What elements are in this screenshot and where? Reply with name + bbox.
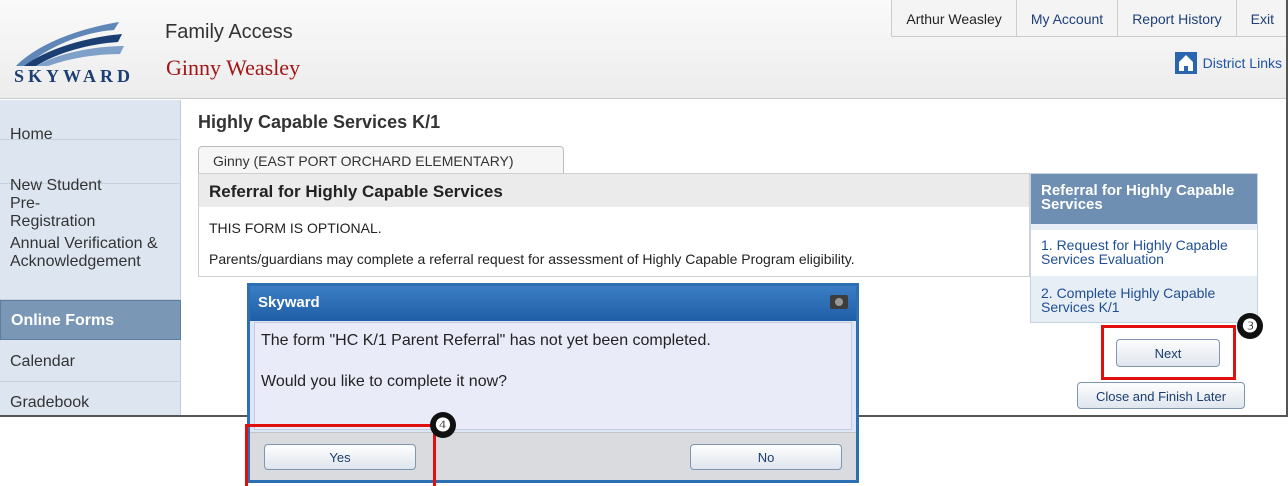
district-links-link[interactable]: District Links — [1174, 52, 1282, 74]
sidebar-item-new-student[interactable]: New Student Pre-Registration — [0, 140, 181, 230]
tab-student[interactable]: Ginny (EAST PORT ORCHARD ELEMENTARY) — [198, 146, 564, 173]
dialog-question: Would you like to complete it now? — [261, 373, 508, 390]
app-title: Family Access — [165, 21, 293, 43]
no-button[interactable]: No — [690, 444, 842, 470]
user-name: Arthur Weasley — [892, 0, 1017, 37]
close-finish-later-button[interactable]: Close and Finish Later — [1077, 382, 1245, 409]
step-request-evaluation[interactable]: 1. Request for Highly Capable Services E… — [1031, 230, 1257, 276]
sidebar-item-online-forms[interactable]: Online Forms — [0, 300, 181, 340]
sidebar-item-label: Online Forms — [11, 312, 115, 329]
camera-icon[interactable] — [830, 295, 848, 309]
form-panel: Referral for Highly Capable Services THI… — [198, 173, 1030, 277]
skyward-logo: SKYWARD — [14, 18, 154, 88]
sidebar-item-annual-verification[interactable]: Annual Verification & Acknowledgement — [0, 224, 181, 300]
skyward-swoosh-icon — [16, 22, 124, 66]
sidebar-item-label: Calendar — [10, 353, 75, 370]
dialog-body: The form "HC K/1 Parent Referral" has no… — [254, 322, 852, 430]
top-nav: Arthur Weasley My Account Report History… — [891, 0, 1286, 37]
optional-notice: THIS FORM IS OPTIONAL. — [209, 220, 382, 236]
sidebar-item-calendar[interactable]: Calendar — [0, 342, 181, 382]
logo-wordmark: SKYWARD — [14, 66, 135, 86]
step-badge-3: ❸ — [1237, 313, 1263, 339]
sidebar-item-label: Gradebook — [10, 394, 90, 411]
dialog-message: The form "HC K/1 Parent Referral" has no… — [261, 332, 711, 349]
steps-panel: Referral for Highly Capable Services 1. … — [1030, 173, 1258, 323]
sidebar-item-home[interactable]: Home — [0, 100, 181, 143]
dialog-titlebar[interactable]: Skyward — [250, 286, 856, 321]
form-heading: Referral for Highly Capable Services — [199, 174, 1029, 207]
next-highlight-box — [1101, 325, 1236, 380]
dialog-title: Skyward — [258, 294, 320, 311]
my-account-link[interactable]: My Account — [1017, 0, 1119, 37]
exit-link[interactable]: Exit — [1237, 0, 1286, 37]
report-history-link[interactable]: Report History — [1118, 0, 1237, 37]
sidebar: Home New Student Pre-Registration Annual… — [0, 100, 181, 415]
sidebar-item-gradebook[interactable]: Gradebook — [0, 383, 181, 415]
district-links-label: District Links — [1202, 55, 1282, 71]
header: SKYWARD Family Access Ginny Weasley Arth… — [0, 0, 1286, 99]
steps-header: Referral for Highly Capable Services — [1031, 174, 1257, 224]
student-name[interactable]: Ginny Weasley — [166, 55, 300, 81]
page-title: Highly Capable Services K/1 — [198, 112, 441, 132]
school-building-icon — [1174, 52, 1197, 74]
step-complete-services[interactable]: 2. Complete Highly Capable Services K/1 — [1031, 278, 1257, 322]
form-description: Parents/guardians may complete a referra… — [209, 251, 855, 267]
sidebar-item-label: Annual Verification & Acknowledgement — [10, 235, 158, 270]
step-badge-4: ❹ — [430, 412, 456, 438]
sidebar-item-label: New Student Pre-Registration — [10, 177, 102, 230]
yes-highlight-box — [245, 424, 436, 486]
